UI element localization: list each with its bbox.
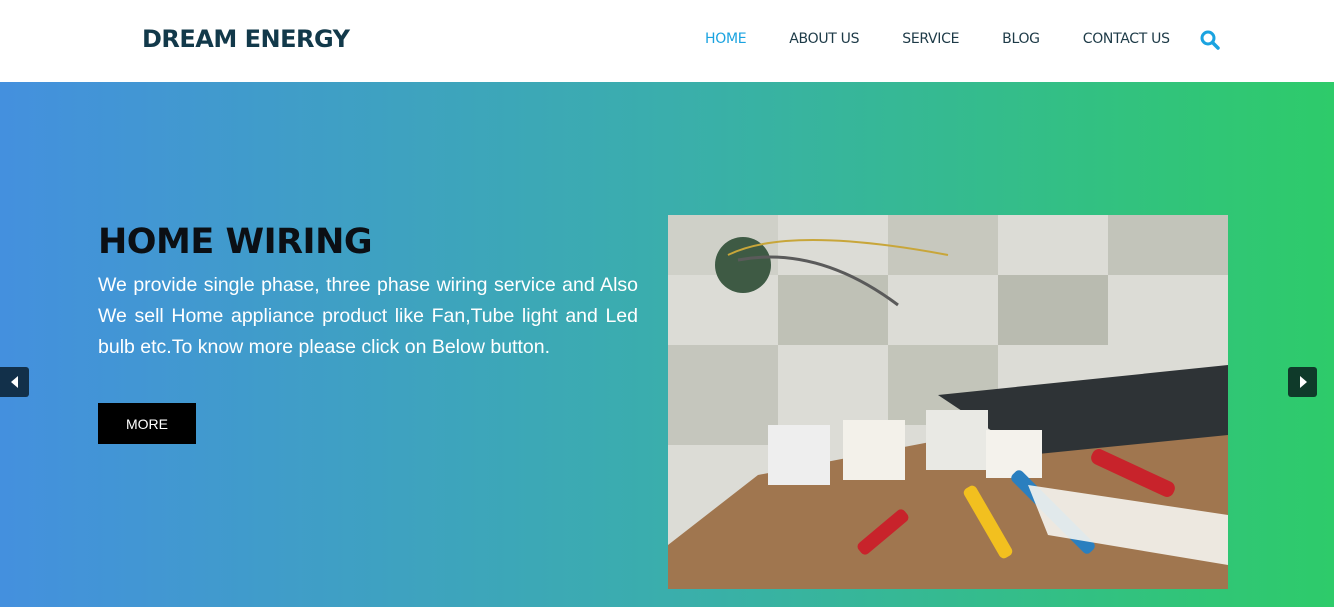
wiring-tools-photo	[668, 215, 1228, 589]
search-icon[interactable]	[1199, 29, 1221, 51]
slide-image	[668, 215, 1228, 589]
nav-contact-us[interactable]: CONTACT US	[1083, 31, 1170, 47]
site-header: DREAM ENERGY HOME ABOUT US SERVICE BLOG …	[0, 0, 1334, 82]
slide-title: HOME WIRING	[98, 222, 373, 262]
next-slide-button[interactable]	[1288, 367, 1317, 397]
hero-slider: HOME WIRING We provide single phase, thr…	[0, 82, 1334, 607]
caret-right-icon	[1299, 376, 1307, 388]
nav-home[interactable]: HOME	[705, 31, 747, 47]
brand-logo[interactable]: DREAM ENERGY	[142, 25, 350, 53]
prev-slide-button[interactable]	[0, 367, 29, 397]
caret-left-icon	[10, 376, 18, 388]
nav-blog[interactable]: BLOG	[1002, 31, 1040, 47]
nav-about-us[interactable]: ABOUT US	[789, 31, 859, 47]
nav-service[interactable]: SERVICE	[902, 31, 959, 47]
slide-description: We provide single phase, three phase wir…	[98, 274, 638, 358]
more-button[interactable]: MORE	[98, 403, 196, 444]
main-nav: HOME ABOUT US SERVICE BLOG CONTACT US	[705, 31, 1213, 47]
